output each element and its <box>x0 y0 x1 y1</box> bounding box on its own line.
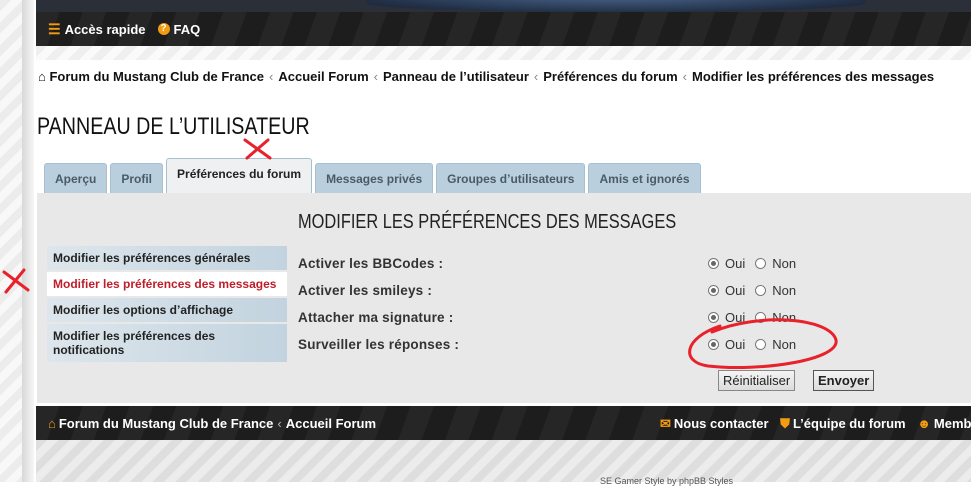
radio-label: Non <box>772 337 797 352</box>
radio-no[interactable] <box>755 285 767 296</box>
annotation-cross-mark <box>243 138 272 160</box>
reset-button[interactable]: Réinitialiser <box>718 370 796 391</box>
setting-label: Attacher ma signature : <box>298 310 454 325</box>
top-navbar: ☰ Accès rapide ? FAQ <box>36 12 971 46</box>
setting-label: Surveiller les réponses : <box>298 337 460 352</box>
setting-row-notify: Surveiller les réponses : Oui Non <box>298 331 918 358</box>
page-background-left <box>0 0 22 482</box>
contact-link[interactable]: Nous contacter <box>674 416 769 431</box>
radio-label: Oui <box>725 310 746 325</box>
breadcrumb-separator: ‹ <box>269 69 274 84</box>
radio-yes[interactable] <box>708 285 719 296</box>
setting-label: Activer les smileys : <box>298 283 433 298</box>
breadcrumb-separator: ‹ <box>533 69 539 84</box>
breadcrumb-item[interactable]: Forum du Mustang Club de France <box>49 69 264 84</box>
footer-breadcrumb: ⌂ Forum du Mustang Club de France ‹ Accueil… <box>48 416 376 431</box>
tab-private-messages[interactable]: Messages privés <box>315 163 434 193</box>
radio-no[interactable] <box>755 339 767 350</box>
radio-yes[interactable] <box>708 339 719 350</box>
setting-row-signature: Attacher ma signature : Oui Non <box>298 304 918 331</box>
radio-label: Non <box>772 256 797 271</box>
radio-group: Oui Non <box>708 283 806 298</box>
radio-yes[interactable] <box>708 258 719 269</box>
envelope-icon: ✉ <box>660 416 671 431</box>
breadcrumb-item[interactable]: Panneau de l’utilisateur <box>383 69 529 84</box>
side-item-display[interactable]: Modifier les options d’affichage <box>47 298 287 324</box>
team-link[interactable]: L’équipe du forum <box>793 416 906 431</box>
breadcrumb-separator: ‹ <box>682 69 687 84</box>
submit-button[interactable]: Envoyer <box>813 370 875 391</box>
side-item-posting[interactable]: Modifier les préférences des messages <box>47 272 287 298</box>
radio-label: Oui <box>725 256 746 271</box>
footer-links: ✉ Nous contacter ⛊ L’équipe du forum ☻ Memb… <box>660 416 971 432</box>
radio-group: Oui Non <box>708 337 806 352</box>
radio-label: Non <box>772 310 797 325</box>
page-title: PANNEAU DE L’UTILISATEUR <box>37 113 310 140</box>
tab-overview[interactable]: Aperçu <box>44 163 108 193</box>
tab-usergroups[interactable]: Groupes d’utilisateurs <box>436 163 586 193</box>
footer-home-link[interactable]: Forum du Mustang Club de France <box>59 416 274 431</box>
faq-label: FAQ <box>173 21 201 37</box>
members-link[interactable]: Membres <box>934 416 971 431</box>
style-credit: SE Gamer Style by phpBB Styles <box>600 476 734 486</box>
ucp-panel: Modifier les préférences générales Modif… <box>37 193 971 403</box>
breadcrumb-item[interactable]: Accueil Forum <box>278 69 368 84</box>
footer-background <box>36 440 971 482</box>
tab-board-preferences[interactable]: Préférences du forum <box>166 158 313 193</box>
question-icon: ? <box>157 23 170 35</box>
side-item-notifications[interactable]: Modifier les préférences des notificatio… <box>47 324 287 364</box>
background-band <box>36 46 971 60</box>
tab-friends-foes[interactable]: Amis et ignorés <box>588 163 701 193</box>
shield-icon: ⛊ <box>780 416 790 431</box>
setting-label: Activer les BBCodes : <box>298 256 444 271</box>
ucp-tabs: Aperçu Profil Préférences du forum Messa… <box>44 158 701 193</box>
radio-yes[interactable] <box>708 312 719 323</box>
side-item-general[interactable]: Modifier les préférences générales <box>47 246 287 272</box>
radio-group: Oui Non <box>708 310 806 325</box>
home-icon: ⌂ <box>48 416 56 431</box>
radio-label: Oui <box>725 337 746 352</box>
radio-no[interactable] <box>755 312 767 323</box>
header-banner <box>36 0 971 12</box>
menu-icon: ☰ <box>48 20 61 37</box>
breadcrumb: ⌂ Forum du Mustang Club de France ‹ Accuei… <box>38 69 934 84</box>
side-menu: Modifier les préférences générales Modif… <box>47 246 287 364</box>
home-icon: ⌂ <box>38 69 46 84</box>
breadcrumb-separator: ‹ <box>373 69 378 84</box>
radio-no[interactable] <box>755 258 767 269</box>
faq-link[interactable]: ? FAQ <box>157 21 201 37</box>
breadcrumb-item[interactable]: Préférences du forum <box>543 69 677 84</box>
setting-row-bbcode: Activer les BBCodes : Oui Non <box>298 250 918 277</box>
page-shadow <box>22 0 34 482</box>
section-title: MODIFIER LES PRÉFÉRENCES DES MESSAGES <box>298 211 677 233</box>
breadcrumb-item[interactable]: Modifier les préférences des messages <box>692 69 934 84</box>
footer-navbar: ⌂ Forum du Mustang Club de France ‹ Accueil… <box>36 406 971 440</box>
radio-label: Oui <box>725 283 746 298</box>
quick-access-label: Accès rapide <box>64 21 146 37</box>
tab-profile[interactable]: Profil <box>110 163 164 193</box>
setting-row-smilies: Activer les smileys : Oui Non <box>298 277 918 304</box>
radio-label: Non <box>772 283 797 298</box>
banner-car-image <box>366 0 866 12</box>
breadcrumb-separator: ‹ <box>277 416 282 431</box>
members-icon: ☻ <box>917 416 931 431</box>
footer-index-link[interactable]: Accueil Forum <box>286 416 376 431</box>
quick-access-link[interactable]: ☰ Accès rapide <box>48 21 146 38</box>
radio-group: Oui Non <box>708 256 806 271</box>
